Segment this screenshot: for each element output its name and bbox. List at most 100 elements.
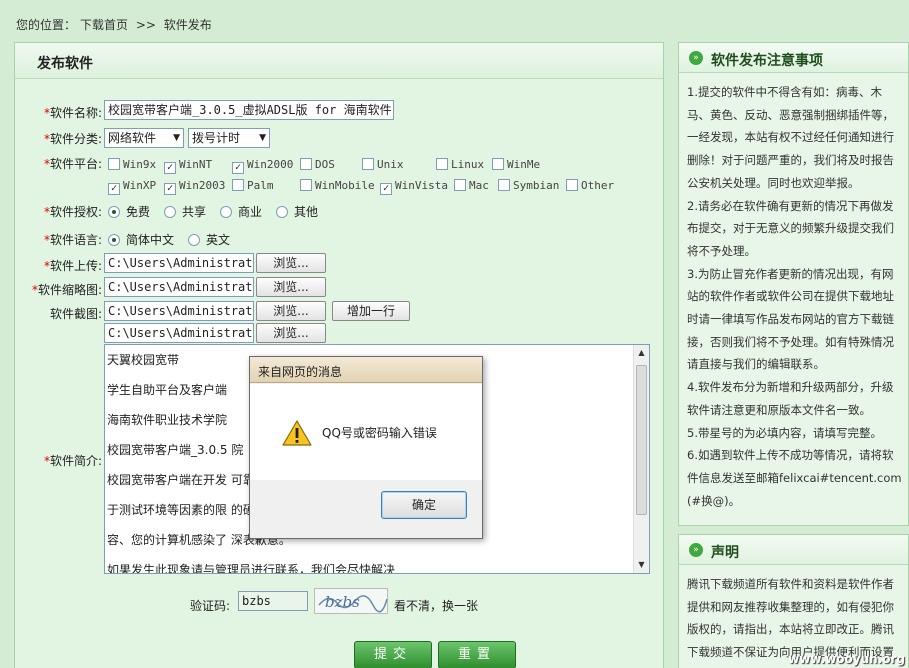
add-row-button[interactable]: 增加一行 (332, 301, 410, 321)
statement-line: 提供和网友推荐收集整理的，如有侵犯你 (687, 599, 894, 614)
notice-title: 软件发布注意事项 (711, 53, 823, 69)
captcha-input[interactable]: bzbs (238, 591, 308, 611)
breadcrumb: 您的位置： 下载首页 >> 软件发布 (16, 16, 216, 33)
notice-line: 件信息发送至邮箱felixcai#tencent.com (687, 470, 902, 485)
platform-checkbox-winmobile[interactable]: WinMobile (300, 179, 375, 192)
publish-panel-header (15, 43, 663, 79)
platform-checkbox-unix[interactable]: Unix (362, 158, 404, 171)
platform-label: *软件平台: (43, 157, 102, 171)
svg-text:bzbs: bzbs (325, 593, 360, 611)
dialog-body: QQ号或密码输入错误 (250, 384, 482, 480)
statement-panel: » 声明 腾讯下载频道所有软件和资料是软件作者 提供和网友推荐收集整理的，如有侵犯… (678, 534, 909, 668)
platform-checkbox-winme[interactable]: WinMe (492, 158, 540, 171)
statement-line: 腾讯下载频道所有软件和资料是软件作者 (687, 577, 894, 591)
arrow-bullet-icon: » (689, 51, 703, 65)
notice-line: 一经发现，本站有权不过经任何通知进行 (687, 130, 894, 145)
scroll-up-icon[interactable]: ▲ (634, 345, 649, 361)
statement-header: » 声明 (679, 535, 908, 565)
license-radio-other[interactable]: 其他 (276, 203, 318, 220)
platform-checkbox-symbian[interactable]: Symbian (498, 179, 559, 192)
platform-checkbox-win2003[interactable]: ✓ Win2003 (164, 179, 225, 195)
notice-panel: » 软件发布注意事项 1.提交的软件中不得含有如：病毒、木 马、黄色、反动、恶意强… (678, 42, 909, 526)
intro-scrollbar[interactable]: ▲ ▼ (633, 345, 649, 573)
platform-checkbox-mac[interactable]: Mac (454, 179, 489, 192)
breadcrumb-home-link[interactable]: 下载首页 (80, 18, 128, 32)
notice-line: 时请一律填写作品发布网站的官方下载链 (687, 312, 894, 327)
screenshot-file-input-1[interactable]: C:\Users\Administrato (104, 301, 254, 321)
license-label: *软件授权: (43, 205, 102, 219)
screenshot-label: 软件截图: (49, 307, 102, 321)
watermark: www.wooyun.org (788, 652, 905, 666)
upload-file-input[interactable]: C:\Users\Administrato (104, 253, 254, 273)
notice-line: 软件请注意更和原版本文件名一致。 (687, 402, 871, 417)
platform-checkbox-dos[interactable]: DOS (300, 158, 335, 171)
license-radio-free[interactable]: 免费 (108, 203, 150, 220)
statement-line: 版权的，请指出，本站将立即改正。腾讯 (687, 622, 894, 637)
dialog-title: 来自网页的消息 (258, 365, 343, 379)
reset-button[interactable]: 重置 (438, 641, 516, 668)
scroll-down-icon[interactable]: ▼ (634, 557, 649, 573)
notice-line: 公安机关处理。同时也欢迎举报。 (687, 175, 860, 190)
notice-line: 删除！对于问题严重的，我们将及时报告 (687, 153, 894, 168)
screenshot-browse-button-1[interactable]: 浏览... (256, 301, 326, 321)
screenshot-file-input-2[interactable]: C:\Users\Administrato (104, 323, 254, 343)
submit-button[interactable]: 提交 (354, 641, 432, 668)
intro-label: *软件简介: (43, 454, 102, 468)
page-title: 发布软件 (37, 56, 93, 72)
captcha-label: 验证码: (189, 599, 230, 613)
notice-line: 布提交，对于无意义的频繁升级提交我们 (687, 221, 894, 236)
notice-body: 1.提交的软件中不得含有如：病毒、木 马、黄色、反动、恶意强制捆绑插件等， 一经发现… (679, 73, 908, 512)
upload-browse-button[interactable]: 浏览... (256, 253, 326, 273)
notice-line: 请直接与我们的编辑联系。 (687, 357, 825, 372)
notice-line: 3.为防止冒充作者更新的情况出现，有网 (687, 266, 894, 281)
license-radio-share[interactable]: 共享 (164, 203, 206, 220)
name-input[interactable]: 校园宽带客户端_3.0.5_虚拟ADSL版 for 海南软件 (104, 100, 394, 120)
dialog-ok-button[interactable]: 确定 (381, 491, 467, 519)
notice-line: 站的软件作者或软件公司在提供下载地址 (687, 289, 894, 304)
dialog-titlebar[interactable]: 来自网页的消息 (250, 357, 482, 383)
breadcrumb-separator: >> (135, 18, 156, 32)
notice-line: 2.请务必在软件确有更新的情况下再做发 (687, 198, 894, 213)
breadcrumb-current: 软件发布 (163, 18, 212, 32)
thumbnail-browse-button[interactable]: 浏览... (256, 277, 326, 297)
subcategory-select[interactable]: 拨号计时 ▼ (188, 128, 270, 148)
notice-header: » 软件发布注意事项 (679, 43, 908, 73)
chevron-down-icon: ▼ (259, 133, 266, 143)
notice-line: 4.软件发布分为新增和升级两部分，升级 (687, 380, 894, 395)
notice-line: 1.提交的软件中不得含有如：病毒、木 (687, 85, 882, 99)
name-label: *软件名称: (43, 106, 102, 120)
notice-line: 5.带星号的为必填内容，请填写完整。 (687, 425, 882, 440)
screenshot-browse-button-2[interactable]: 浏览... (256, 323, 326, 343)
captcha-refresh-link[interactable]: 看不清，换一张 (394, 597, 478, 614)
captcha-image[interactable]: bzbs (314, 588, 388, 614)
platform-checkbox-linux[interactable]: Linux (436, 158, 484, 171)
warning-icon (282, 420, 312, 446)
platform-checkbox-win2000[interactable]: ✓ Win2000 (232, 158, 293, 174)
arrow-bullet-icon: » (689, 543, 703, 557)
platform-checkbox-win9x[interactable]: Win9x (108, 158, 156, 171)
category-label: *软件分类: (43, 132, 102, 146)
thumbnail-file-input[interactable]: C:\Users\Administrato (104, 277, 254, 297)
statement-title: 声明 (711, 545, 739, 561)
breadcrumb-prefix: 您的位置： (16, 18, 77, 32)
thumbnail-label: *软件缩略图: (31, 283, 102, 297)
notice-line: 接，否则我们将不予处理。如有特殊情况 (687, 334, 894, 349)
chevron-down-icon: ▼ (173, 133, 180, 143)
notice-line: 马、黄色、反动、恶意强制捆绑插件等， (687, 107, 894, 122)
notice-line: 6.如遇到软件上传不成功等情况，请将软 (687, 448, 894, 463)
intro-line: 如果发生此现象请与管理员进行联系，我们会尽快解决 (107, 563, 396, 574)
platform-checkbox-winxp[interactable]: ✓ WinXP (108, 179, 156, 195)
platform-checkbox-other[interactable]: Other (566, 179, 614, 192)
scroll-thumb[interactable] (636, 365, 647, 515)
language-radio-chinese[interactable]: 简体中文 (108, 231, 174, 248)
platform-checkbox-winnt[interactable]: ✓ WinNT (164, 158, 212, 174)
license-radio-commercial[interactable]: 商业 (220, 203, 262, 220)
statement-body: 腾讯下载频道所有软件和资料是软件作者 提供和网友推荐收集整理的，如有侵犯你 版权的，… (679, 565, 908, 664)
platform-checkbox-winvista[interactable]: ✓ WinVista (380, 179, 448, 195)
dialog-message: QQ号或密码输入错误 (322, 426, 437, 440)
language-label: *软件语言: (43, 233, 102, 247)
category-select[interactable]: 网络软件 ▼ (104, 128, 184, 148)
notice-line: (#换@)。 (687, 493, 741, 508)
platform-checkbox-palm[interactable]: Palm (232, 179, 274, 192)
language-radio-english[interactable]: 英文 (188, 231, 230, 248)
